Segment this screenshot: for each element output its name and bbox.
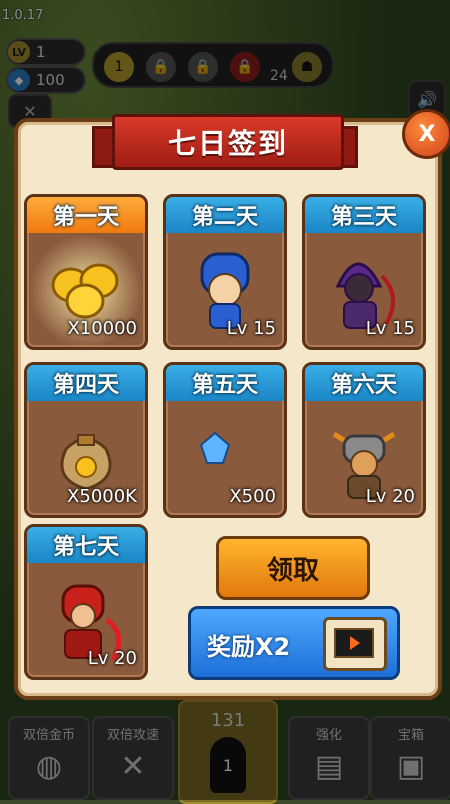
tv-screen [334,628,374,658]
close-icon: X [418,121,436,147]
day-card-1[interactable]: 第一天 X10000 [24,194,148,350]
day-card-head: 第五天 [166,365,284,401]
claim-button[interactable]: 领取 [216,536,370,600]
day-card-label: Lv 15 [365,318,415,339]
day-card-label: X5000K [67,486,137,507]
day-card-head: 第一天 [27,197,145,233]
dialog-title-ribbon: 七日签到 [92,108,358,170]
day-card-head: 第三天 [305,197,423,233]
day-card-head: 第二天 [166,197,284,233]
day-card-4[interactable]: 第四天 X5000K [24,362,148,518]
ribbon-body: 七日签到 [112,114,344,170]
day-card-label: Lv 15 [226,318,276,339]
day-card-7[interactable]: 第七天 Lv 20 [24,524,148,680]
claim-label: 领取 [266,555,319,586]
double-reward-button[interactable]: 奖励X2 [188,606,400,680]
day-card-label: X500 [229,486,276,507]
day-card-2[interactable]: 第二天 Lv 15 [163,194,287,350]
day-card-head: 第四天 [27,365,145,401]
day-card-6[interactable]: 第六天 Lv 20 [302,362,426,518]
double-reward-label: 奖励X2 [207,633,291,661]
video-ad-icon [323,617,387,671]
day-card-head: 第六天 [305,365,423,401]
day-card-label: X10000 [67,318,137,339]
close-button[interactable]: X [402,109,450,159]
day-card-label: Lv 20 [365,486,415,507]
day-card-head: 第七天 [27,527,145,563]
day-card-5[interactable]: 第五天 X500 [163,362,287,518]
day-card-3[interactable]: 第三天 Lv 15 [302,194,426,350]
dialog-title: 七日签到 [167,127,288,160]
day-card-label: Lv 20 [87,648,137,669]
